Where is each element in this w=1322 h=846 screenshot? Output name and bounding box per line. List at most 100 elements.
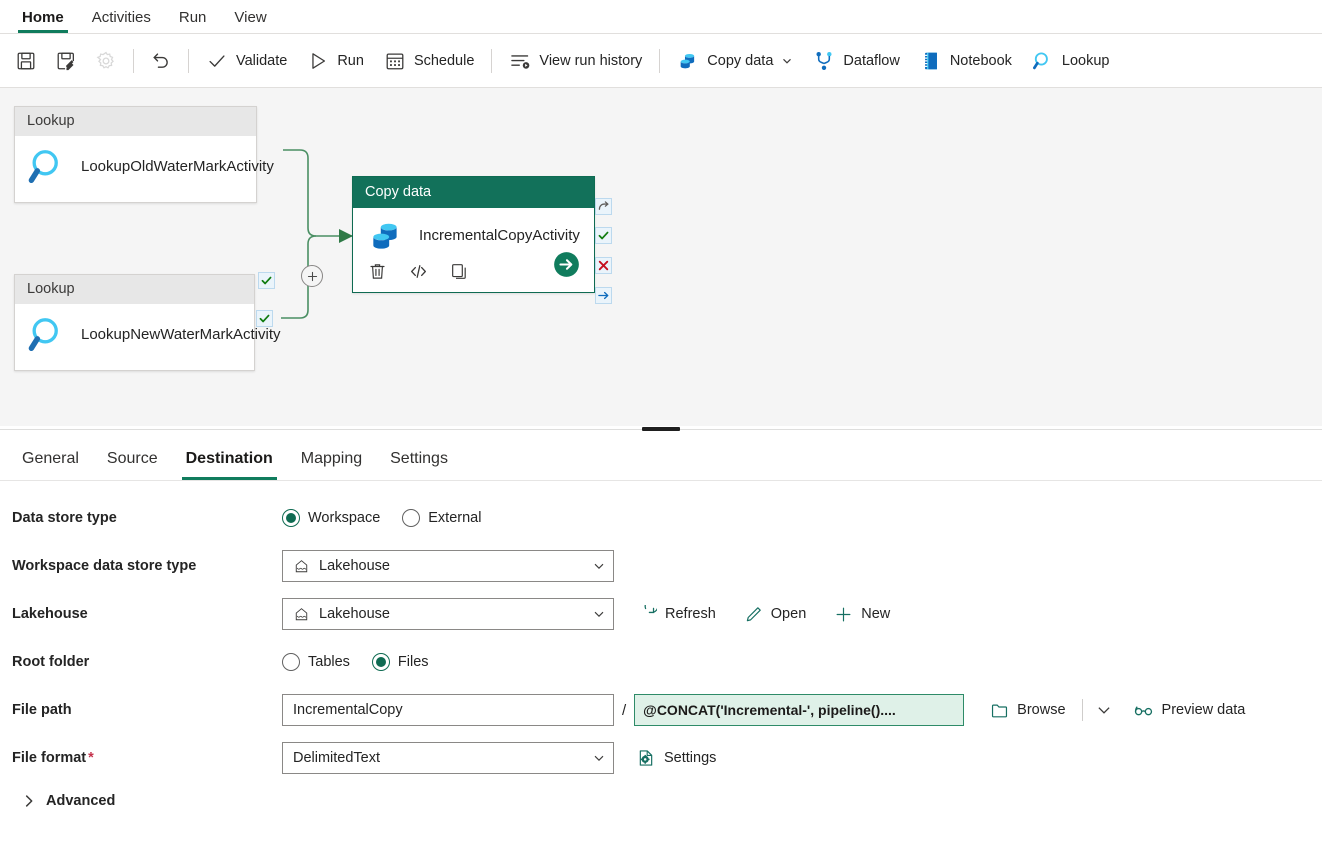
retry-arrow-icon: [598, 201, 609, 210]
file-path-expression-input[interactable]: @CONCAT('Incremental-', pipeline()....: [634, 694, 965, 726]
activity-node-lookup-new-watermark[interactable]: Lookup LookupNewWaterMarkActivity: [14, 274, 281, 371]
file-format-select[interactable]: DelimitedText: [282, 742, 614, 774]
radio-tables[interactable]: Tables: [282, 653, 350, 671]
lakehouse-select[interactable]: Lakehouse: [282, 598, 614, 630]
notebook-button[interactable]: Notebook: [910, 41, 1022, 81]
delete-icon[interactable]: [367, 261, 388, 282]
checkmark-icon: [209, 54, 225, 67]
ribbon-tab-home[interactable]: Home: [8, 6, 78, 33]
code-view-icon[interactable]: [408, 261, 429, 282]
ribbon-tab-run[interactable]: Run: [165, 6, 221, 33]
chevron-down-icon: [594, 611, 604, 617]
copy-data-icon: [680, 53, 695, 68]
workspace-data-store-type-select[interactable]: Lakehouse: [282, 550, 614, 582]
dataflow-label: Dataflow: [843, 52, 900, 69]
dataflow-icon: [816, 51, 832, 70]
row-lakehouse: Lakehouse Lakehouse Refresh Open New: [12, 595, 1322, 633]
radio-dot: [402, 509, 421, 527]
radio-external-label: External: [428, 510, 482, 526]
schedule-label: Schedule: [413, 52, 475, 69]
browse-button[interactable]: Browse: [982, 697, 1073, 724]
copy-success-handle[interactable]: [595, 227, 612, 244]
browse-label: Browse: [1017, 702, 1066, 718]
copy-data-icon: [373, 223, 397, 249]
file-path-folder-input[interactable]: IncrementalCopy: [282, 694, 614, 726]
activity-node-lookup-old-watermark[interactable]: Lookup LookupOldWaterMarkActivity: [14, 106, 274, 203]
copy-retry-handle[interactable]: [595, 198, 612, 215]
node-type-label: Lookup: [15, 275, 254, 304]
splitter-grip[interactable]: [642, 427, 680, 431]
folder-icon: [992, 704, 1008, 717]
radio-external[interactable]: External: [402, 509, 481, 527]
chevron-down-icon: [783, 58, 792, 64]
schedule-button[interactable]: Schedule: [374, 41, 484, 81]
open-label: Open: [770, 606, 807, 622]
tab-destination[interactable]: Destination: [174, 440, 285, 480]
radio-files[interactable]: Files: [371, 653, 429, 671]
panel-splitter[interactable]: [0, 426, 1322, 431]
save-as-icon: [57, 52, 74, 70]
save-button[interactable]: [6, 41, 46, 81]
tab-general[interactable]: General: [10, 440, 91, 480]
view-run-history-button[interactable]: View run history: [499, 41, 652, 81]
open-button[interactable]: Open: [736, 601, 814, 628]
lakehouse-icon: [295, 607, 308, 620]
save-icon: [17, 52, 35, 69]
advanced-section-toggle[interactable]: Advanced: [12, 787, 1322, 809]
undo-button[interactable]: [141, 41, 181, 81]
duplicate-icon[interactable]: [449, 261, 470, 282]
toolbar: Validate Run Schedule View run history C…: [0, 34, 1322, 88]
plus-icon: [307, 271, 317, 281]
add-activity-on-connector-button[interactable]: [301, 265, 323, 287]
settings-button[interactable]: [86, 41, 126, 81]
destination-form: Data store type Workspace External Works…: [0, 481, 1322, 809]
run-button[interactable]: Run: [297, 41, 374, 81]
pipeline-canvas[interactable]: Lookup LookupOldWaterMarkActivity Lookup…: [0, 88, 1322, 426]
root-folder-label: Root folder: [12, 654, 90, 670]
new-button[interactable]: New: [826, 601, 898, 628]
file-format-value: DelimitedText: [293, 750, 381, 766]
copy-failure-handle[interactable]: [595, 257, 612, 274]
file-format-settings-button[interactable]: Settings: [628, 744, 724, 772]
calendar-icon: [386, 52, 404, 69]
toolbar-divider-3: [491, 48, 493, 73]
ribbon-tab-activities[interactable]: Activities: [78, 6, 165, 33]
save-as-button[interactable]: [46, 41, 86, 81]
lakehouse-value: Lakehouse: [319, 606, 390, 622]
required-asterisk: *: [88, 750, 94, 766]
node-type-label: Copy data: [353, 177, 594, 208]
plus-icon: [836, 607, 851, 621]
lookup-new-success-handle[interactable]: [256, 310, 273, 327]
radio-workspace-label: Workspace: [308, 510, 381, 526]
run-activity-button[interactable]: [553, 251, 580, 283]
copy-data-button[interactable]: Copy data: [667, 41, 803, 81]
refresh-button[interactable]: Refresh: [630, 601, 724, 628]
tab-source[interactable]: Source: [95, 440, 170, 480]
lookup-old-success-handle[interactable]: [258, 272, 275, 289]
chevron-right-icon: [25, 795, 33, 807]
tab-settings[interactable]: Settings: [378, 440, 460, 480]
run-history-icon: [511, 54, 530, 69]
radio-dot: [282, 653, 300, 671]
copy-completion-handle[interactable]: [595, 287, 612, 304]
lookup-icon: [1032, 51, 1048, 69]
radio-workspace[interactable]: Workspace: [282, 509, 380, 527]
tab-mapping[interactable]: Mapping: [289, 440, 374, 480]
file-path-label: File path: [12, 702, 72, 718]
browse-dropdown-button[interactable]: [1091, 699, 1117, 721]
lookup-icon: [28, 150, 58, 184]
validate-button[interactable]: Validate: [196, 41, 297, 81]
dataflow-button[interactable]: Dataflow: [803, 41, 909, 81]
lookup-button[interactable]: Lookup: [1022, 41, 1120, 81]
file-format-label: File format *: [12, 750, 282, 766]
pencil-icon: [746, 606, 761, 621]
refresh-icon: [644, 604, 657, 613]
data-store-type-label: Data store type: [12, 510, 117, 526]
preview-data-button[interactable]: Preview data: [1125, 696, 1254, 725]
play-icon: [312, 52, 326, 69]
validate-label: Validate: [236, 52, 288, 69]
activity-node-copy-data[interactable]: Copy data IncrementalCopyActivity: [352, 176, 595, 293]
ribbon-tab-view[interactable]: View: [220, 6, 280, 33]
row-data-store-type: Data store type Workspace External: [12, 499, 1322, 537]
file-format-settings-label: Settings: [664, 750, 717, 766]
